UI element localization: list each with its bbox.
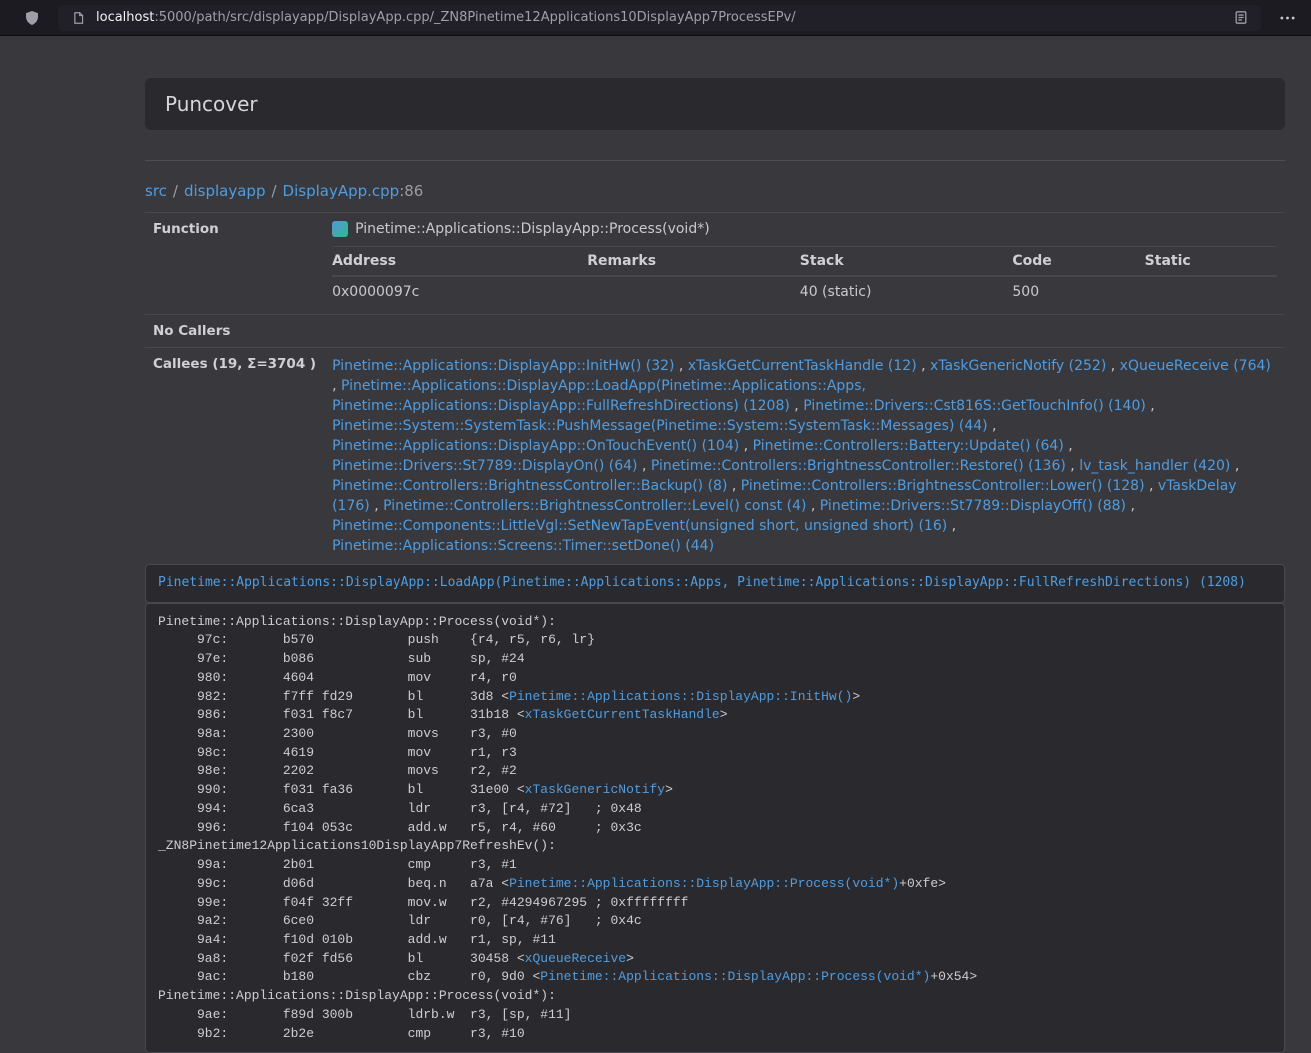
- callee-link[interactable]: Pinetime::Components::LittleVgl::SetNewT…: [332, 518, 947, 534]
- callee-separator: ,: [1064, 438, 1073, 454]
- url-host: localhost: [96, 10, 154, 25]
- function-line: Pinetime::Applications::DisplayApp::Proc…: [332, 221, 1277, 237]
- callee-separator: ,: [1066, 458, 1079, 474]
- stats-col-stack: Stack: [800, 247, 1013, 277]
- stats-static-value: [1145, 276, 1277, 306]
- tracking-protection-shield-icon[interactable]: [18, 5, 46, 31]
- stats-col-code: Code: [1012, 247, 1144, 277]
- stats-col-remarks: Remarks: [587, 247, 800, 277]
- browser-chrome: localhost:5000/path/src/displayapp/Displ…: [0, 0, 1311, 36]
- code-symbol-link[interactable]: Pinetime::Applications::DisplayApp::Proc…: [509, 876, 899, 891]
- stats-value-row: 0x0000097c 40 (static) 500: [332, 276, 1277, 306]
- breadcrumb-displayapp-link[interactable]: displayapp: [184, 182, 266, 200]
- disassembly-code: Pinetime::Applications::DisplayApp::Proc…: [158, 614, 977, 1041]
- callee-link[interactable]: Pinetime::System::SystemTask::PushMessag…: [332, 418, 988, 434]
- callee-link[interactable]: Pinetime::Controllers::BrightnessControl…: [332, 478, 727, 494]
- menu-dots-icon[interactable]: [1273, 5, 1301, 31]
- highlight-symbol-link[interactable]: Pinetime::Applications::DisplayApp::Load…: [158, 575, 1246, 590]
- callee-separator: ,: [727, 478, 740, 494]
- stats-stack-value: 40 (static): [800, 276, 1013, 306]
- breadcrumb-line-number: :86: [399, 182, 423, 200]
- breadcrumb-file-link[interactable]: DisplayApp.cpp: [283, 182, 400, 200]
- highlight-panel: Pinetime::Applications::DisplayApp::Load…: [145, 564, 1285, 603]
- callee-separator: ,: [790, 398, 803, 414]
- callee-link[interactable]: Pinetime::Controllers::BrightnessControl…: [383, 498, 806, 514]
- callees-row: Callees (19, Σ=3704 ) Pinetime::Applicat…: [145, 348, 1285, 565]
- callee-separator: ,: [988, 418, 997, 434]
- callee-separator: ,: [332, 378, 341, 394]
- divider: [145, 160, 1285, 161]
- callee-separator: ,: [1126, 498, 1135, 514]
- callee-separator: ,: [739, 438, 752, 454]
- function-row-content: Pinetime::Applications::DisplayApp::Proc…: [324, 213, 1285, 315]
- callees-cell: Pinetime::Applications::DisplayApp::Init…: [324, 348, 1285, 565]
- page-title: Puncover: [165, 92, 1265, 116]
- code-symbol-link[interactable]: Pinetime::Applications::DisplayApp::Proc…: [540, 969, 930, 984]
- callee-link[interactable]: Pinetime::Applications::DisplayApp::Init…: [332, 358, 674, 374]
- url-path: :5000/path/src/displayapp/DisplayApp.cpp…: [154, 10, 795, 25]
- no-callers-row: No Callers: [145, 315, 1285, 348]
- url-text: localhost:5000/path/src/displayapp/Displ…: [96, 10, 1219, 25]
- callee-separator: ,: [1106, 358, 1119, 374]
- function-row-label: Function: [145, 213, 324, 315]
- callee-link[interactable]: Pinetime::Applications::Screens::Timer::…: [332, 538, 714, 554]
- breadcrumb: src/displayapp/DisplayApp.cpp:86: [145, 182, 1285, 200]
- callee-link[interactable]: Pinetime::Applications::DisplayApp::Load…: [332, 378, 866, 414]
- function-type-icon: [332, 221, 348, 237]
- url-bar[interactable]: localhost:5000/path/src/displayapp/Displ…: [58, 5, 1261, 31]
- callee-link[interactable]: xTaskGenericNotify (252): [930, 358, 1106, 374]
- code-symbol-link[interactable]: xQueueReceive: [525, 951, 626, 966]
- code-panel: Pinetime::Applications::DisplayApp::Proc…: [145, 603, 1285, 1053]
- callee-link[interactable]: Pinetime::Controllers::BrightnessControl…: [741, 478, 1145, 494]
- callee-link[interactable]: Pinetime::Controllers::BrightnessControl…: [651, 458, 1066, 474]
- stats-col-address: Address: [332, 247, 587, 277]
- breadcrumb-src-link[interactable]: src: [145, 182, 167, 200]
- page-container: Puncover src/displayapp/DisplayApp.cpp:8…: [145, 36, 1285, 1053]
- breadcrumb-separator: /: [265, 182, 282, 200]
- callee-link[interactable]: Pinetime::Drivers::Cst816S::GetTouchInfo…: [803, 398, 1146, 414]
- reader-mode-icon[interactable]: [1227, 5, 1255, 31]
- stats-table: Address Remarks Stack Code Static 0x0000…: [332, 246, 1277, 306]
- callee-separator: ,: [370, 498, 383, 514]
- callee-link[interactable]: Pinetime::Controllers::Battery::Update()…: [753, 438, 1064, 454]
- page-info-icon[interactable]: [68, 5, 88, 31]
- code-symbol-link[interactable]: xTaskGenericNotify: [525, 782, 665, 797]
- breadcrumb-separator: /: [167, 182, 184, 200]
- callee-link[interactable]: xQueueReceive (764): [1120, 358, 1271, 374]
- callee-separator: ,: [1230, 458, 1239, 474]
- callee-link[interactable]: xTaskGetCurrentTaskHandle (12): [688, 358, 917, 374]
- code-symbol-link[interactable]: xTaskGetCurrentTaskHandle: [525, 707, 720, 722]
- jumbotron: Puncover: [145, 78, 1285, 130]
- function-signature: Pinetime::Applications::DisplayApp::Proc…: [355, 221, 710, 237]
- stats-col-static: Static: [1145, 247, 1277, 277]
- callee-link[interactable]: Pinetime::Drivers::St7789::DisplayOff() …: [820, 498, 1126, 514]
- stats-code-value: 500: [1012, 276, 1144, 306]
- function-row: Function Pinetime::Applications::Display…: [145, 213, 1285, 315]
- stats-address-value: 0x0000097c: [332, 276, 587, 306]
- stats-header-row: Address Remarks Stack Code Static: [332, 247, 1277, 277]
- callee-link[interactable]: Pinetime::Applications::DisplayApp::OnTo…: [332, 438, 739, 454]
- callees-label: Callees (19, Σ=3704 ): [145, 348, 324, 565]
- no-callers-label: No Callers: [145, 315, 324, 348]
- callee-separator: ,: [917, 358, 930, 374]
- function-info-table: Function Pinetime::Applications::Display…: [145, 212, 1285, 564]
- callee-separator: ,: [806, 498, 819, 514]
- callee-separator: ,: [947, 518, 956, 534]
- callee-separator: ,: [1146, 398, 1155, 414]
- stats-remarks-value: [587, 276, 800, 306]
- callee-link[interactable]: Pinetime::Drivers::St7789::DisplayOn() (…: [332, 458, 637, 474]
- code-symbol-link[interactable]: Pinetime::Applications::DisplayApp::Init…: [509, 689, 852, 704]
- callee-separator: ,: [1145, 478, 1158, 494]
- callee-link[interactable]: lv_task_handler (420): [1079, 458, 1230, 474]
- no-callers-content: [324, 315, 1285, 348]
- callee-separator: ,: [674, 358, 687, 374]
- callee-separator: ,: [638, 458, 651, 474]
